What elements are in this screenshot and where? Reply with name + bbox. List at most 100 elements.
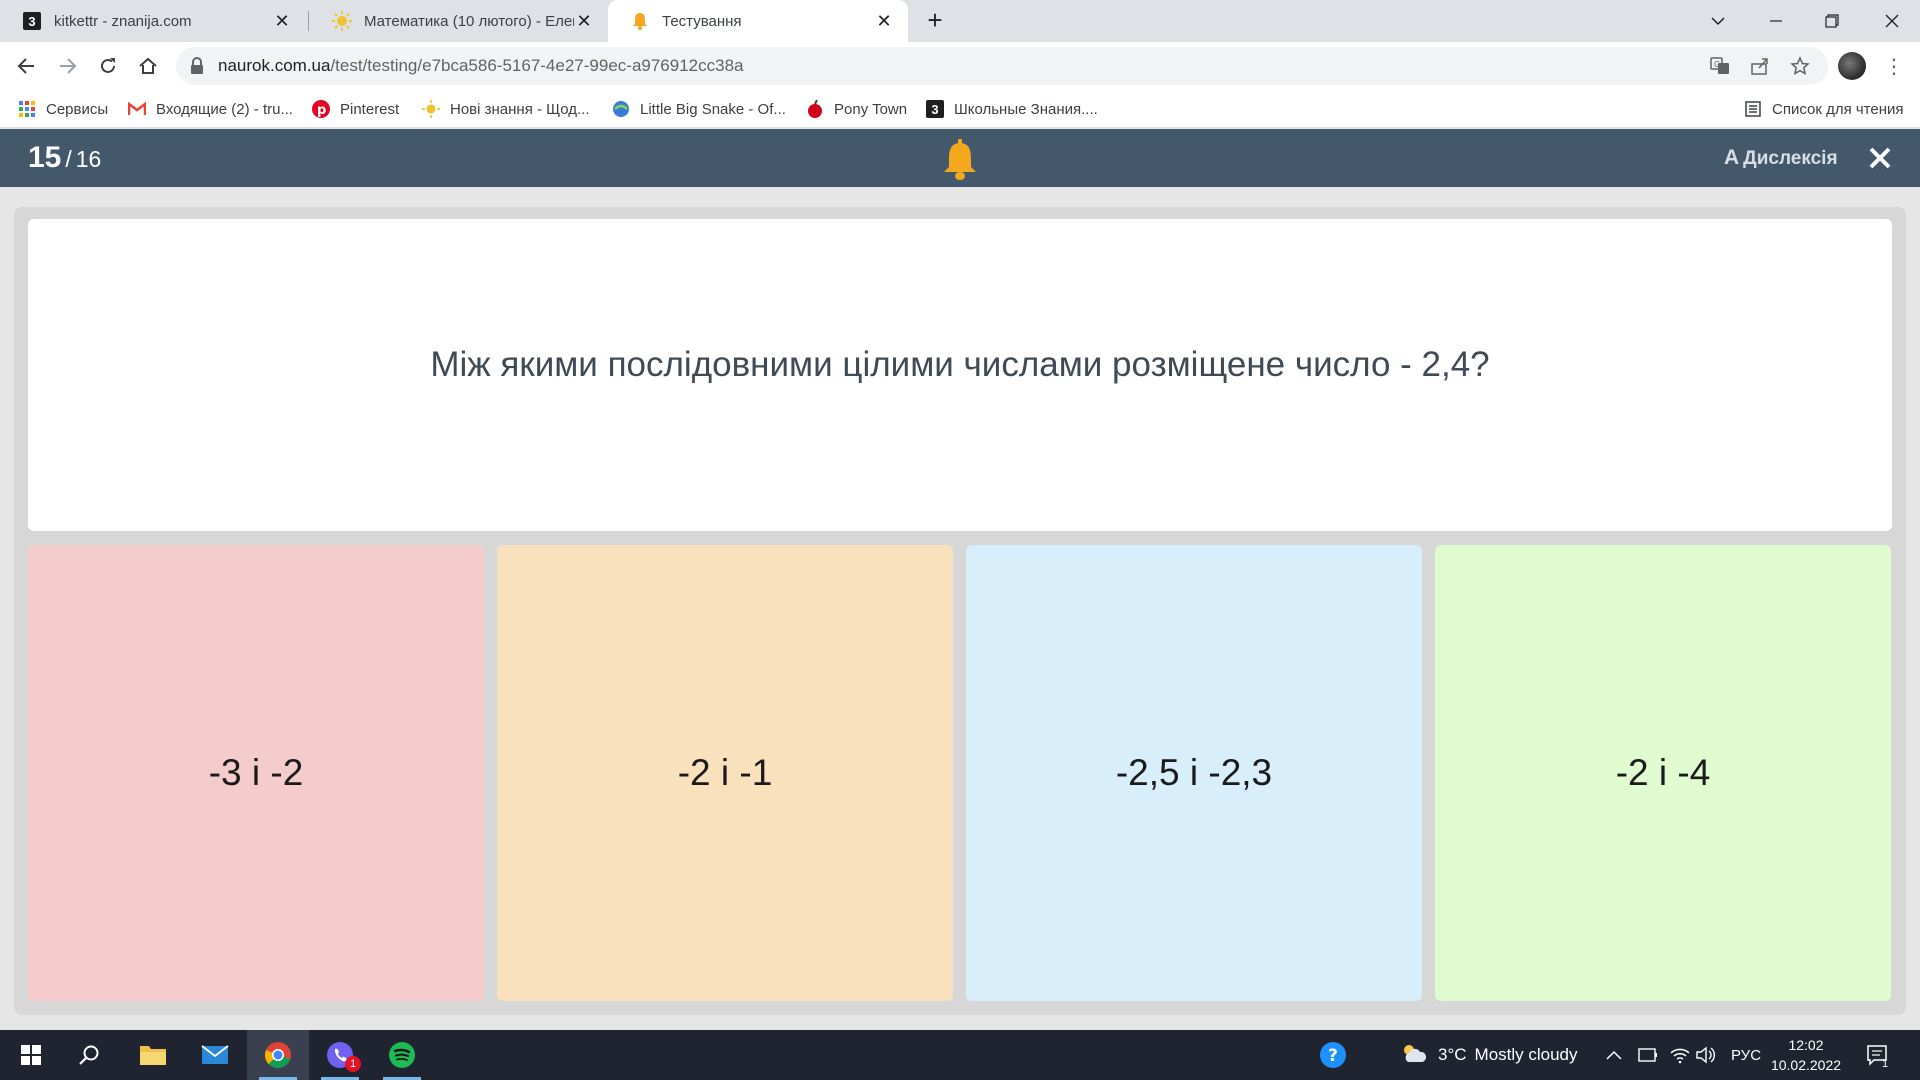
reading-list[interactable]: Список для чтения [1744, 90, 1904, 128]
viber-notification-badge: 1 [345, 1056, 361, 1072]
bookmark-label: Сервисы [46, 100, 109, 118]
svg-text:G: G [1714, 60, 1720, 69]
url-text[interactable]: naurok.com.ua/test/testing/e7bca586-5167… [218, 47, 743, 85]
tab-znanija[interactable]: 3 kitkettr - znanija.com ✕ [0, 0, 306, 42]
bookmark-label: Pony Town [834, 100, 908, 118]
bookmark-label: Входящие (2) - tru... [156, 100, 293, 118]
restore-icon[interactable] [1810, 0, 1854, 42]
mail-icon[interactable] [184, 1030, 246, 1080]
new-tab-icon[interactable]: + [922, 7, 948, 34]
battery-icon[interactable] [1638, 1030, 1658, 1080]
dyslexia-toggle[interactable]: A Дислексія [1724, 129, 1838, 187]
svg-text:?: ? [1328, 1046, 1338, 1066]
window-close-icon[interactable] [1870, 0, 1914, 42]
windows-taskbar: 1 ? 3°C Mostly cloudy РУС 12:02 10.02.20… [0, 1030, 1920, 1080]
total-questions: 16 [75, 146, 102, 172]
clock-date: 10.02.2022 [1770, 1057, 1842, 1073]
search-icon[interactable] [58, 1030, 120, 1080]
bookmark-services[interactable]: Сервисы [18, 90, 108, 128]
answer-label: -2 і -4 [1615, 752, 1711, 793]
bookmark-label: Pinterest [340, 100, 400, 118]
tab-testing[interactable]: Тестування ✕ [608, 0, 908, 42]
bookmark-pinterest[interactable]: p Pinterest [312, 90, 399, 128]
tab-title: kitkettr - znanija.com [54, 12, 192, 30]
chrome-icon[interactable] [247, 1030, 309, 1080]
browser-menu-icon[interactable]: ⋮ [1880, 52, 1908, 80]
bookmarks-bar: Сервисы Входящие (2) - tru... p Pinteres… [0, 90, 1920, 128]
bookmark-gmail[interactable]: Входящие (2) - tru... [128, 90, 293, 128]
answer-option-2[interactable]: -2 і -1 [497, 545, 953, 1001]
bookmark-novi-znannya[interactable]: Нові знання - Щод... [422, 90, 590, 128]
tab-mathematics[interactable]: Математика (10 лютого) - Елект ✕ [310, 0, 608, 42]
input-language[interactable]: РУС [1731, 1030, 1761, 1080]
tab-search-chevron-icon[interactable] [1696, 0, 1740, 42]
translate-icon[interactable]: G [1708, 54, 1732, 78]
bookmark-label: Нові знання - Щод... [450, 100, 590, 118]
answer-option-3[interactable]: -2,5 і -2,3 [966, 545, 1422, 1001]
back-arrow-icon[interactable] [10, 50, 42, 82]
question-counter: 15/16 [28, 129, 101, 187]
home-icon[interactable] [132, 50, 164, 82]
viber-icon[interactable]: 1 [309, 1030, 371, 1080]
znanija-z-icon: 3 [926, 100, 944, 118]
system-clock[interactable]: 12:02 10.02.2022 [1760, 1035, 1852, 1075]
close-quiz-icon[interactable] [1864, 142, 1896, 174]
volume-icon[interactable] [1696, 1030, 1716, 1080]
tab-close-icon[interactable]: ✕ [874, 11, 894, 31]
weather-widget[interactable]: 3°C Mostly cloudy [1400, 1030, 1578, 1080]
tab-title: Математика (10 лютого) - Елект [364, 12, 574, 30]
share-icon[interactable] [1748, 54, 1772, 78]
profile-avatar[interactable] [1838, 52, 1866, 80]
file-explorer-icon[interactable] [122, 1030, 184, 1080]
lock-icon[interactable] [190, 57, 204, 80]
znanija-z-icon: 3 [22, 11, 42, 31]
address-bar[interactable]: naurok.com.ua/test/testing/e7bca586-5167… [176, 47, 1828, 85]
url-host: naurok.com.ua [218, 56, 331, 75]
bookmark-little-big-snake[interactable]: Little Big Snake - Of... [612, 90, 786, 128]
gmail-icon [128, 100, 146, 118]
weather-description: Mostly cloudy [1474, 1045, 1578, 1064]
sun-icon [422, 100, 440, 118]
minimize-icon[interactable] [1754, 0, 1798, 42]
bell-icon [630, 11, 650, 31]
tab-divider [308, 11, 309, 31]
forward-arrow-icon[interactable] [52, 50, 84, 82]
tab-title: Тестування [662, 12, 742, 30]
pinterest-icon: p [312, 100, 330, 118]
answer-option-1[interactable]: -3 і -2 [28, 545, 484, 1001]
answer-label: -2 і -1 [677, 752, 773, 793]
windows-start-icon[interactable] [0, 1030, 62, 1080]
current-question-number: 15 [28, 141, 62, 174]
tab-close-icon[interactable]: ✕ [272, 11, 292, 31]
apple-icon [806, 100, 824, 118]
quiz-stage: Між якими послідовними цілими числами ро… [14, 207, 1906, 1015]
bookmark-label: Школьные Знания.... [954, 100, 1098, 118]
help-icon[interactable]: ? [1318, 1030, 1348, 1080]
dyslexia-font-icon: A [1724, 146, 1740, 169]
reading-list-label: Список для чтения [1772, 100, 1904, 118]
bookmark-pony-town[interactable]: Pony Town [806, 90, 907, 128]
wifi-icon[interactable] [1670, 1030, 1690, 1080]
answer-option-4[interactable]: -2 і -4 [1435, 545, 1891, 1001]
reload-icon[interactable] [92, 50, 124, 82]
bookmark-label: Little Big Snake - Of... [640, 100, 786, 118]
apps-grid-icon [18, 100, 36, 118]
browser-tab-strip: 3 kitkettr - znanija.com ✕ Математика (1… [0, 0, 1920, 42]
snake-globe-icon [612, 100, 630, 118]
show-hidden-icons-chevron-icon[interactable] [1606, 1030, 1622, 1080]
sun-icon [332, 11, 352, 31]
bookmark-star-icon[interactable] [1788, 54, 1812, 78]
notifications-badge: 1 [1882, 1058, 1889, 1070]
tab-close-icon[interactable]: ✕ [574, 11, 594, 31]
bell-icon [938, 137, 982, 181]
spotify-icon[interactable] [371, 1030, 433, 1080]
cloud-sun-icon [1400, 1042, 1428, 1069]
question-text: Між якими послідовними цілими числами ро… [430, 345, 1490, 384]
answer-label: -2,5 і -2,3 [1115, 752, 1273, 793]
reading-list-icon [1744, 100, 1762, 118]
answer-label: -3 і -2 [208, 752, 304, 793]
svg-text:p: p [317, 103, 326, 118]
notifications-icon[interactable]: 1 [1866, 1030, 1888, 1080]
bookmark-shkolnye-znaniya[interactable]: 3 Школьные Знания.... [926, 90, 1098, 128]
quiz-header: 15/16 A Дислексія [0, 129, 1920, 187]
